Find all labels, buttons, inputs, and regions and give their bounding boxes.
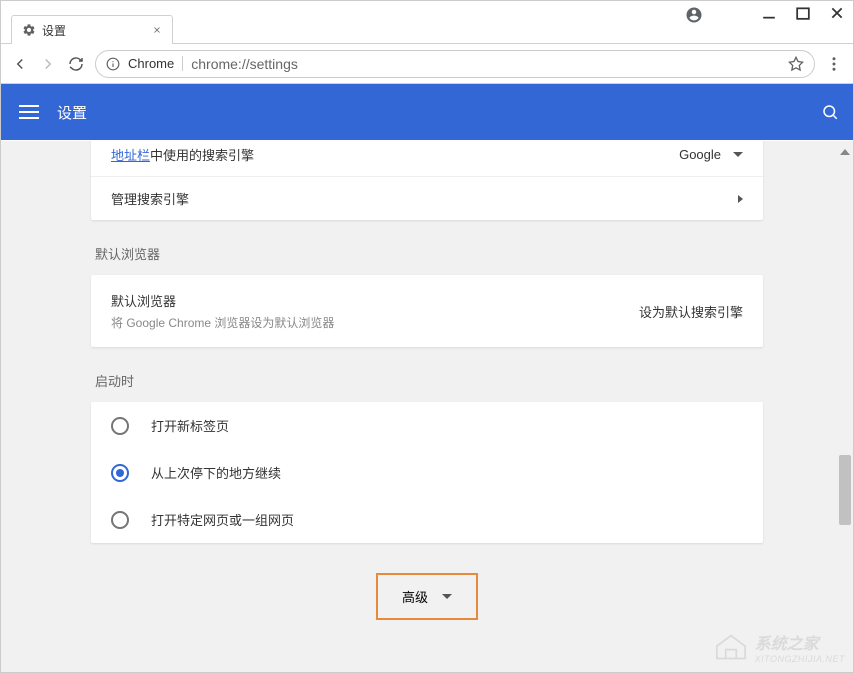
radio-label: 打开特定网页或一组网页 xyxy=(151,510,294,529)
startup-option-continue[interactable]: 从上次停下的地方继续 xyxy=(91,449,763,496)
radio-icon[interactable] xyxy=(111,511,129,529)
startup-card: 打开新标签页 从上次停下的地方继续 打开特定网页或一组网页 xyxy=(91,402,763,543)
watermark-logo-icon xyxy=(713,632,749,662)
default-browser-card: 默认浏览器 将 Google Chrome 浏览器设为默认浏览器 设为默认搜索引… xyxy=(91,275,763,347)
startup-option-new-tab[interactable]: 打开新标签页 xyxy=(91,402,763,449)
reload-button[interactable] xyxy=(67,55,85,73)
close-button[interactable] xyxy=(829,5,845,21)
forward-button[interactable] xyxy=(39,55,57,73)
advanced-container: 高级 xyxy=(91,573,763,620)
default-browser-section-label: 默认浏览器 xyxy=(95,244,763,263)
info-icon xyxy=(106,57,120,71)
settings-title: 设置 xyxy=(57,102,87,123)
search-engine-label: 地址栏中使用的搜索引擎 xyxy=(111,145,254,164)
maximize-button[interactable] xyxy=(795,5,811,21)
address-url: chrome://settings xyxy=(191,56,298,72)
chevron-down-icon xyxy=(733,152,743,157)
chevron-down-icon xyxy=(442,594,452,599)
radio-icon[interactable] xyxy=(111,464,129,482)
radio-label: 打开新标签页 xyxy=(151,416,229,435)
startup-option-specific[interactable]: 打开特定网页或一组网页 xyxy=(91,496,763,543)
back-button[interactable] xyxy=(11,55,29,73)
bookmark-star-icon[interactable] xyxy=(788,56,804,72)
minimize-button[interactable] xyxy=(761,5,777,21)
manage-search-engines-label: 管理搜索引擎 xyxy=(111,189,189,208)
search-engine-row[interactable]: 地址栏中使用的搜索引擎 Google xyxy=(91,141,763,177)
scroll-up-arrow[interactable] xyxy=(840,145,850,155)
window-controls xyxy=(761,5,845,21)
user-icon[interactable] xyxy=(685,6,703,24)
default-browser-desc: 将 Google Chrome 浏览器设为默认浏览器 xyxy=(111,314,334,331)
startup-section-label: 启动时 xyxy=(95,371,763,390)
scrollbar-thumb[interactable] xyxy=(839,455,851,525)
gear-icon xyxy=(22,23,36,37)
chevron-right-icon xyxy=(738,195,743,203)
tab-title: 设置 xyxy=(42,22,66,39)
set-default-button[interactable]: 设为默认搜索引擎 xyxy=(639,302,743,321)
radio-label: 从上次停下的地方继续 xyxy=(151,463,281,482)
settings-header: 设置 xyxy=(1,84,853,140)
hamburger-icon[interactable] xyxy=(19,105,39,119)
search-engine-select[interactable]: Google xyxy=(679,147,743,162)
close-tab-icon[interactable] xyxy=(152,25,162,35)
default-browser-title: 默认浏览器 xyxy=(111,291,334,310)
settings-content: 地址栏中使用的搜索引擎 Google 管理搜索引擎 默认浏览器 默认浏览器 将 … xyxy=(1,141,853,672)
kebab-menu-icon[interactable] xyxy=(825,55,843,73)
address-protocol: Chrome xyxy=(128,56,183,71)
address-bar[interactable]: Chrome chrome://settings xyxy=(95,50,815,78)
advanced-button[interactable]: 高级 xyxy=(376,573,478,620)
default-browser-row: 默认浏览器 将 Google Chrome 浏览器设为默认浏览器 设为默认搜索引… xyxy=(91,275,763,347)
advanced-label: 高级 xyxy=(402,587,428,606)
manage-search-engines-row[interactable]: 管理搜索引擎 xyxy=(91,177,763,220)
window-titlebar: 设置 xyxy=(1,1,853,44)
watermark: 系统之家 XITONGZHIJIA.NET xyxy=(713,630,845,664)
browser-toolbar: Chrome chrome://settings xyxy=(1,44,853,84)
browser-tab[interactable]: 设置 xyxy=(11,15,173,44)
radio-icon[interactable] xyxy=(111,417,129,435)
search-icon[interactable] xyxy=(821,103,839,121)
search-engine-card: 地址栏中使用的搜索引擎 Google 管理搜索引擎 xyxy=(91,141,763,220)
